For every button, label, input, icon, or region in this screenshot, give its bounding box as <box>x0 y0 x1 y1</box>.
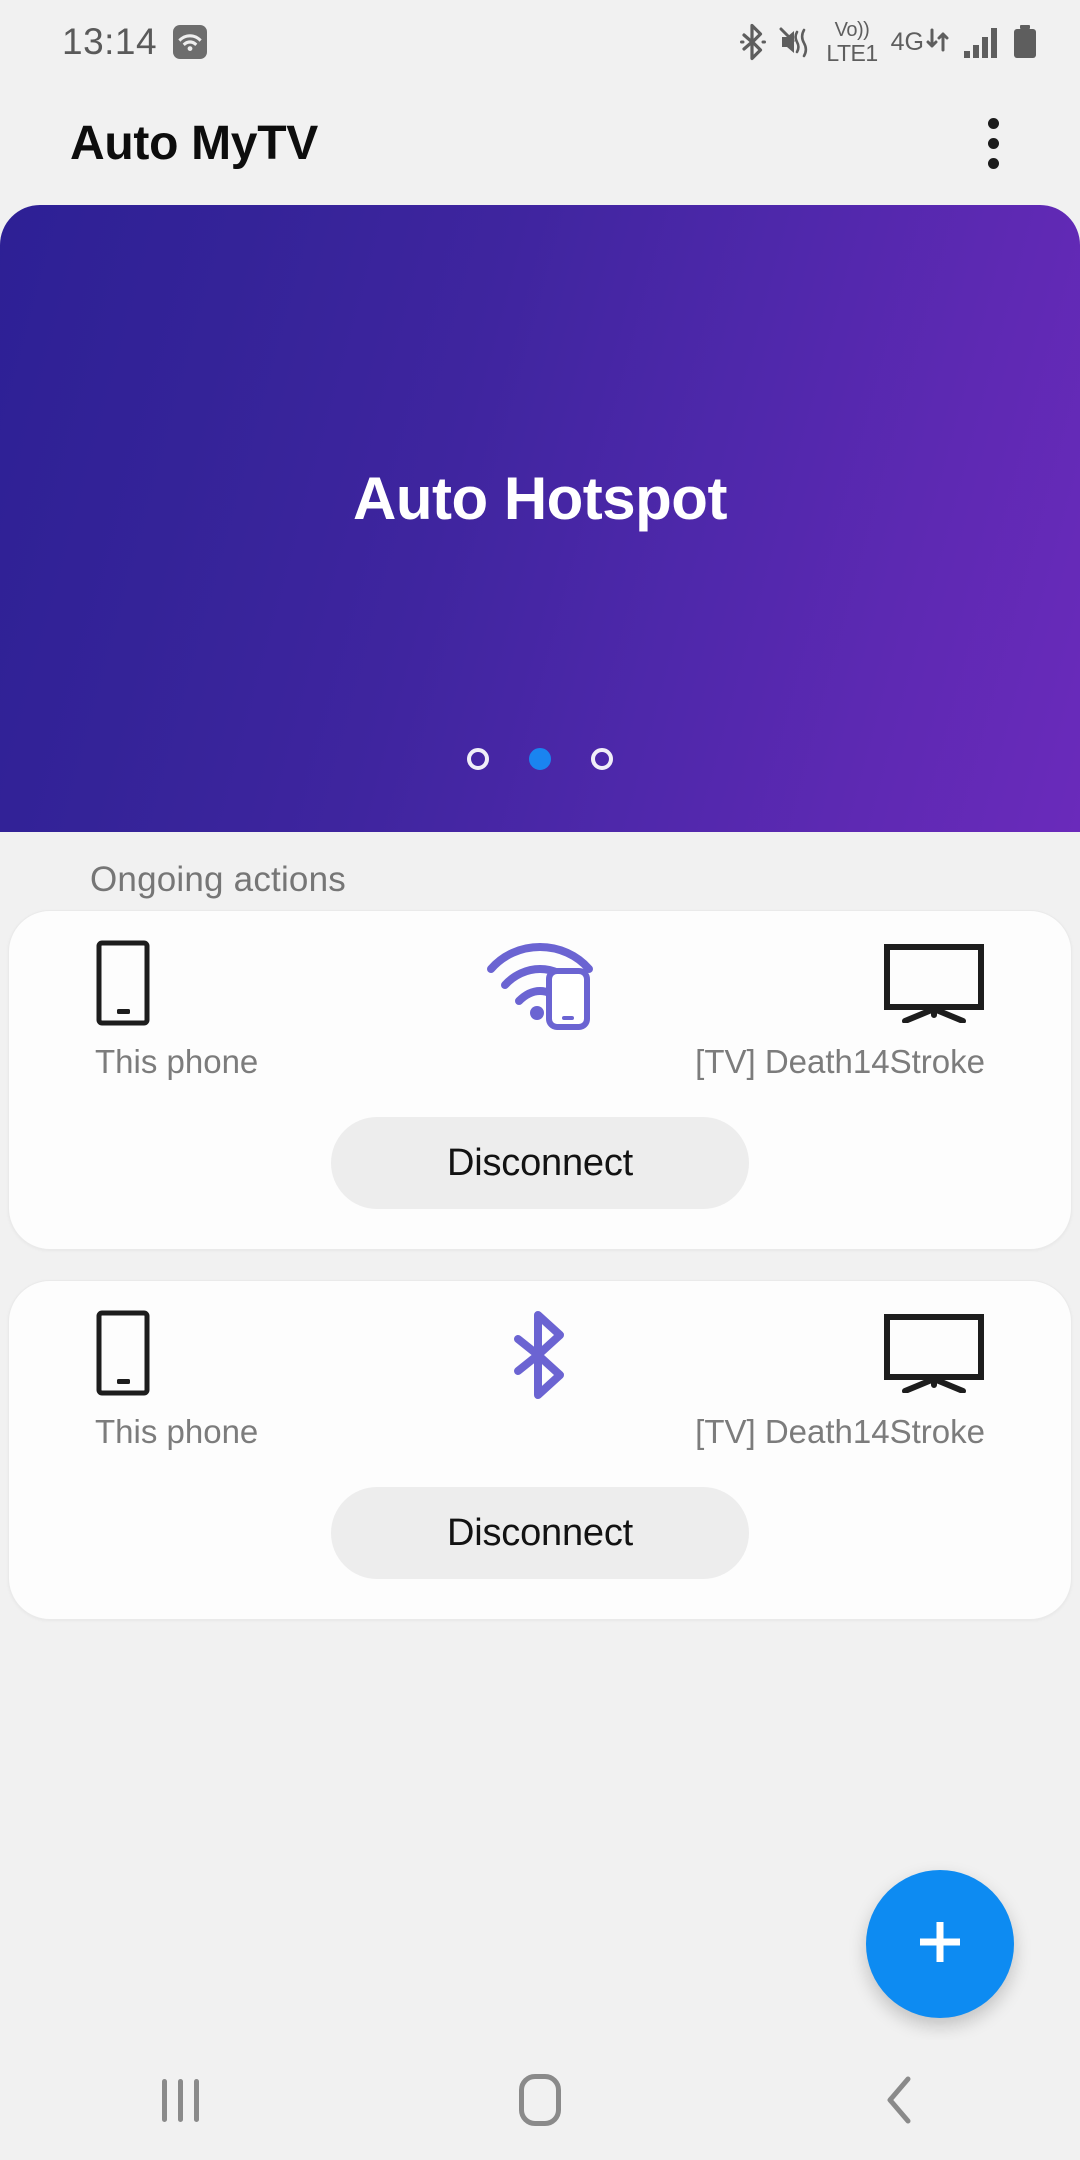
status-bar-right: Vo)) LTE1 4G <box>740 20 1038 65</box>
carousel-dot-2-active[interactable] <box>529 748 551 770</box>
source-device: This phone <box>95 1309 258 1451</box>
plus-icon <box>911 1913 969 1976</box>
signal-bars-icon <box>963 25 999 59</box>
page-title: Auto MyTV <box>70 116 318 170</box>
source-device: This phone <box>95 939 258 1081</box>
status-bar-left: 13:14 <box>62 21 208 63</box>
source-device-label: This phone <box>95 1043 259 1080</box>
data-transfer-arrows-icon <box>926 27 950 58</box>
carousel-dot-3[interactable] <box>591 748 613 770</box>
disconnect-button[interactable]: Disconnect <box>331 1117 749 1209</box>
banner-title: Auto Hotspot <box>353 465 727 532</box>
back-glyph <box>887 2076 911 2124</box>
status-bar: 13:14 Vo)) LTE1 4G <box>0 0 1080 84</box>
bluetooth-icon <box>480 1309 600 1401</box>
recents-icon[interactable] <box>80 2040 280 2160</box>
system-navigation-bar <box>0 2040 1080 2160</box>
back-icon[interactable] <box>800 2040 1000 2160</box>
overflow-dot <box>987 157 999 169</box>
ongoing-action-card-hotspot[interactable]: This phone [TV] Death14Stroke Disconnect <box>8 910 1072 1250</box>
disconnect-button[interactable]: Disconnect <box>331 1487 749 1579</box>
home-icon[interactable] <box>440 2040 640 2160</box>
battery-icon <box>1012 24 1038 60</box>
mute-vibrate-icon <box>779 25 813 59</box>
card-action-row: Disconnect <box>9 1487 1071 1579</box>
phone-icon <box>95 939 151 1027</box>
card-device-row: This phone [TV] Death14Stroke <box>9 1281 1071 1481</box>
target-device-label: [TV] Death14Stroke <box>695 1043 985 1080</box>
banner-carousel[interactable]: Auto Hotspot <box>0 205 1080 832</box>
phone-icon <box>95 1309 151 1397</box>
tv-icon <box>883 939 985 1027</box>
carousel-dot-1[interactable] <box>467 748 489 770</box>
volte-indicator: Vo)) LTE1 <box>826 18 878 66</box>
card-device-row: This phone [TV] Death14Stroke <box>9 911 1071 1111</box>
network-indicator: 4G <box>891 27 950 58</box>
overflow-dot <box>987 117 999 129</box>
card-action-row: Disconnect <box>9 1117 1071 1209</box>
overflow-dot <box>987 137 999 149</box>
hotspot-wifi-phone-icon <box>480 939 600 1031</box>
add-action-fab[interactable] <box>866 1870 1014 2018</box>
overflow-menu-icon[interactable] <box>958 103 1028 183</box>
tv-icon <box>883 1309 985 1397</box>
source-device-label: This phone <box>95 1413 259 1450</box>
wifi-icon <box>173 25 208 59</box>
bluetooth-icon <box>740 23 767 61</box>
ongoing-action-card-bluetooth[interactable]: This phone [TV] Death14Stroke Disconnect <box>8 1280 1072 1620</box>
target-device: [TV] Death14Stroke <box>695 939 985 1081</box>
app-bar: Auto MyTV <box>0 84 1080 202</box>
phone-screen: 13:14 Vo)) LTE1 4G Auto MyTV Auto Hotspo… <box>0 0 1080 2160</box>
home-glyph <box>519 2074 561 2126</box>
target-device-label: [TV] Death14Stroke <box>695 1413 985 1450</box>
ongoing-actions-label: Ongoing actions <box>90 860 346 899</box>
status-clock: 13:14 <box>62 21 158 62</box>
recents-glyph <box>161 2078 199 2122</box>
carousel-page-indicator <box>0 748 1080 770</box>
target-device: [TV] Death14Stroke <box>695 1309 985 1451</box>
